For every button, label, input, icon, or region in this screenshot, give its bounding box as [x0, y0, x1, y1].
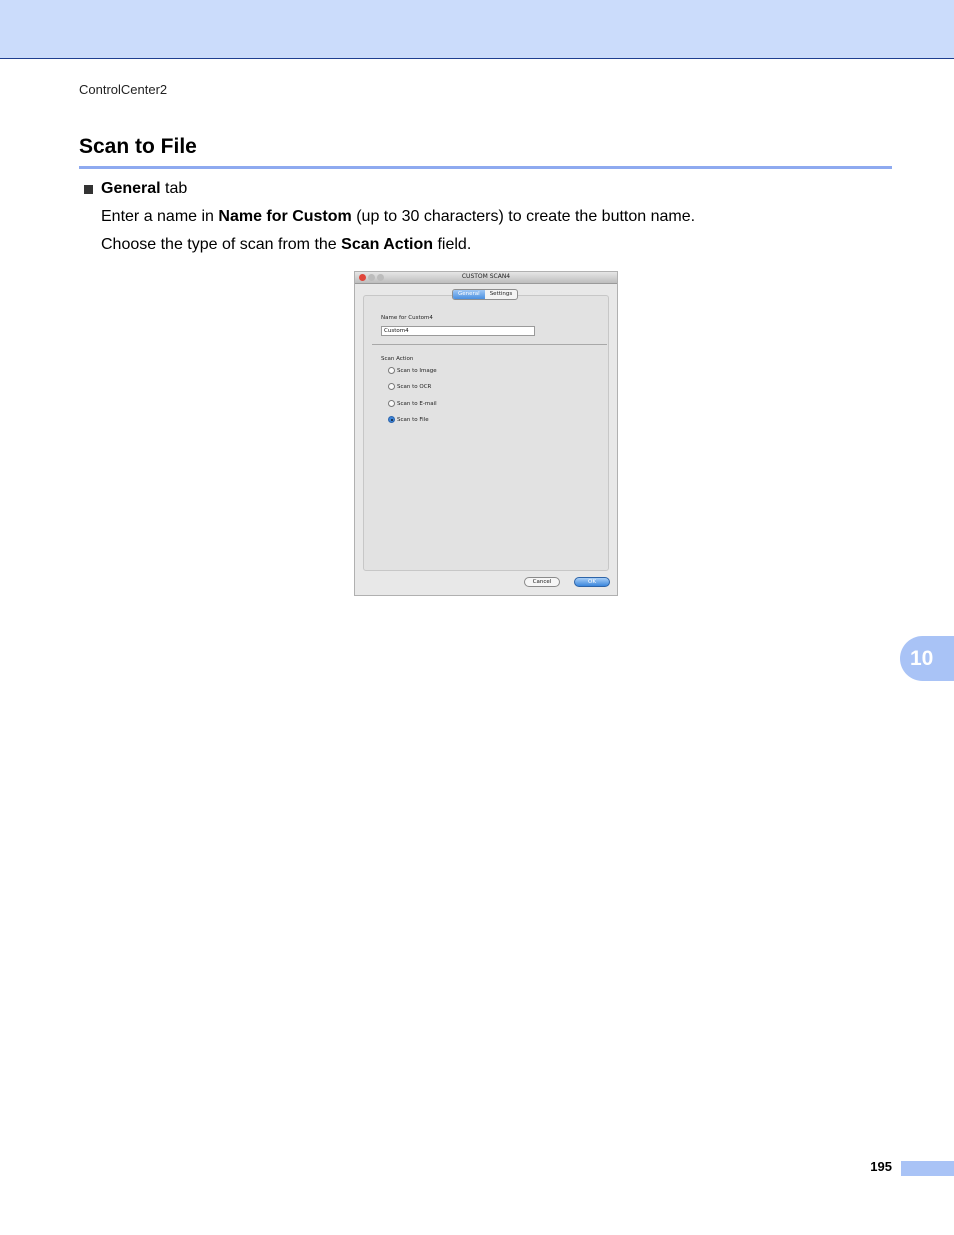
para2-text-1: Choose the type of scan from the	[101, 236, 342, 253]
radio-icon[interactable]	[388, 400, 395, 407]
radio-label: Scan to E-mail	[397, 400, 437, 407]
ok-button[interactable]: OK	[574, 577, 610, 587]
bullet-bold-text: General	[101, 180, 161, 197]
dialog-title: CUSTOM SCAN4	[461, 273, 511, 280]
name-for-custom-input[interactable]: Custom4	[381, 326, 535, 336]
radio-label: Scan to File	[397, 416, 429, 423]
name-for-custom-label: Name for Custom4	[381, 315, 433, 321]
page-number: 195	[870, 1159, 892, 1174]
para2-text-2: field.	[433, 236, 472, 253]
radio-label: Scan to Image	[397, 367, 437, 374]
bullet-text: tab	[160, 180, 188, 197]
radio-scan-to-file[interactable]: Scan to File	[388, 416, 429, 423]
radio-scan-to-email[interactable]: Scan to E-mail	[388, 400, 437, 407]
dialog-tabs: General Settings	[452, 289, 519, 300]
radio-icon[interactable]	[388, 367, 395, 374]
para1-text-2: (up to 30 characters) to create the butt…	[351, 208, 696, 225]
radio-label: Scan to OCR	[397, 383, 432, 390]
chapter-tab: 10	[900, 636, 954, 681]
radio-scan-to-ocr[interactable]: Scan to OCR	[388, 383, 431, 390]
header-band	[0, 0, 954, 59]
cancel-button[interactable]: Cancel	[524, 577, 560, 587]
bullet-general-tab: General tab	[84, 180, 187, 198]
custom-scan-dialog: CUSTOM SCAN4 General Settings Name for C…	[354, 271, 618, 596]
dialog-separator	[372, 344, 607, 345]
dialog-panel	[363, 295, 609, 571]
para1-bold: Name for Custom	[218, 208, 352, 225]
para1-text-1: Enter a name in	[101, 208, 219, 225]
dialog-titlebar: CUSTOM SCAN4	[355, 272, 617, 284]
footer-bar	[901, 1161, 954, 1176]
tab-settings[interactable]: Settings	[485, 290, 518, 299]
radio-icon[interactable]	[388, 383, 395, 390]
radio-selected-icon[interactable]	[388, 416, 395, 423]
radio-scan-to-image[interactable]: Scan to Image	[388, 367, 437, 374]
para2-bold: Scan Action	[341, 236, 434, 253]
instruction-name: Enter a name in Name for Custom (up to 3…	[101, 208, 695, 226]
scan-action-label: Scan Action	[381, 356, 414, 362]
tab-general[interactable]: General	[453, 290, 485, 299]
title-rule	[79, 166, 892, 169]
bullet-square-icon	[84, 184, 93, 194]
section-title: Scan to File	[79, 135, 197, 158]
running-header: ControlCenter2	[79, 82, 168, 97]
instruction-scan-action: Choose the type of scan from the Scan Ac…	[101, 236, 471, 254]
